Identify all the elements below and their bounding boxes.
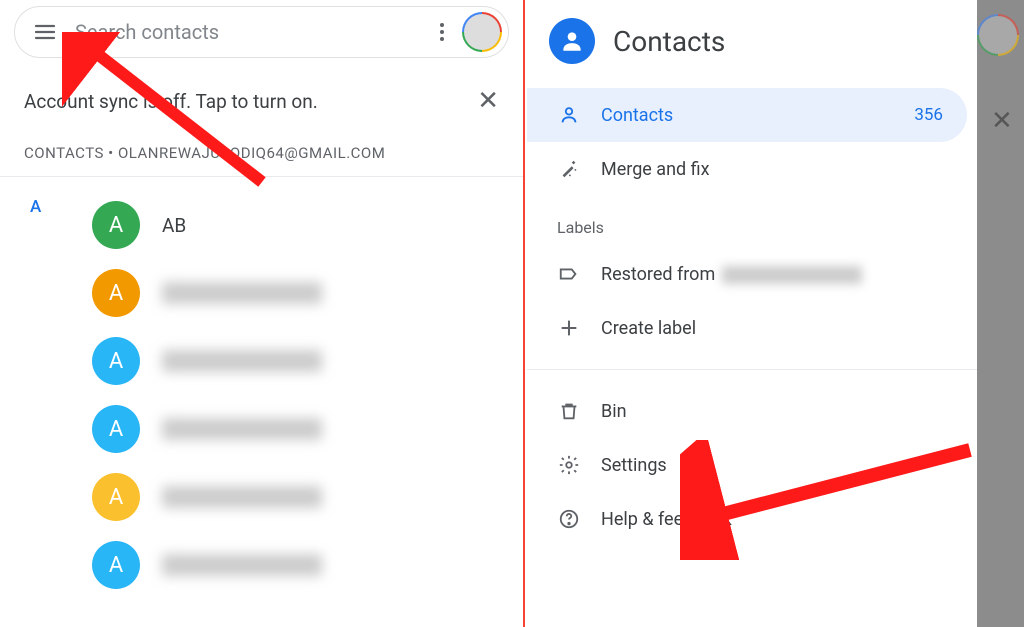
nav-item-help[interactable]: Help & feedback bbox=[527, 492, 967, 546]
contact-row[interactable]: A bbox=[0, 463, 523, 531]
contact-row[interactable]: A bbox=[0, 259, 523, 327]
search-placeholder: Search contacts bbox=[75, 20, 430, 44]
contact-name bbox=[162, 486, 322, 508]
trash-icon bbox=[557, 399, 581, 423]
contact-avatar: A bbox=[92, 473, 140, 521]
nav-count: 356 bbox=[914, 105, 943, 125]
nav-label: Restored from bbox=[601, 264, 943, 285]
labels-heading: Labels bbox=[527, 196, 977, 247]
plus-icon bbox=[557, 316, 581, 340]
contact-avatar: A bbox=[92, 337, 140, 385]
group-letter: A bbox=[30, 197, 41, 217]
nav-label: Create label bbox=[601, 318, 943, 339]
gear-icon bbox=[557, 453, 581, 477]
contact-row[interactable]: A AB bbox=[0, 191, 523, 259]
contact-avatar: A bbox=[92, 201, 140, 249]
sync-banner[interactable]: Account sync is off. Tap to turn on. ✕ bbox=[0, 86, 523, 116]
contacts-list-panel: Search contacts Account sync is off. Tap… bbox=[0, 0, 525, 627]
nav-label: Bin bbox=[601, 401, 943, 422]
contacts-app-icon bbox=[549, 18, 595, 64]
search-bar[interactable]: Search contacts bbox=[14, 6, 509, 58]
nav-item-merge-fix[interactable]: Merge and fix bbox=[527, 142, 967, 196]
nav-label: Merge and fix bbox=[601, 159, 943, 180]
help-icon bbox=[557, 507, 581, 531]
nav-item-settings[interactable]: Settings bbox=[527, 438, 967, 492]
contact-row[interactable]: A bbox=[0, 531, 523, 599]
nav-label: Help & feedback bbox=[601, 509, 943, 530]
contact-name bbox=[162, 554, 322, 576]
drawer-title: Contacts bbox=[613, 25, 725, 58]
sync-banner-text: Account sync is off. Tap to turn on. bbox=[24, 90, 318, 113]
contact-avatar: A bbox=[92, 405, 140, 453]
contact-name bbox=[162, 282, 322, 304]
nav-item-label-restored[interactable]: Restored from bbox=[527, 247, 967, 301]
close-icon: ✕ bbox=[991, 106, 1013, 136]
drawer-header: Contacts bbox=[527, 0, 977, 88]
contact-list: A AABAAAAA bbox=[0, 177, 523, 599]
contact-row[interactable]: A bbox=[0, 395, 523, 463]
nav-label: Settings bbox=[601, 455, 943, 476]
wand-icon bbox=[557, 157, 581, 181]
nav-label: Contacts bbox=[601, 105, 914, 126]
navigation-drawer: Contacts Contacts 356 Merge and fix Labe… bbox=[527, 0, 977, 627]
nav-item-create-label[interactable]: Create label bbox=[527, 301, 967, 355]
contact-avatar: A bbox=[92, 269, 140, 317]
contact-name bbox=[162, 418, 322, 440]
person-icon bbox=[557, 103, 581, 127]
nav-item-contacts[interactable]: Contacts 356 bbox=[527, 88, 967, 142]
avatar[interactable] bbox=[462, 12, 502, 52]
label-icon bbox=[557, 262, 581, 286]
contact-name bbox=[162, 350, 322, 372]
nav-item-bin[interactable]: Bin bbox=[527, 384, 967, 438]
dimmed-backdrop: ✕ bbox=[977, 0, 1024, 627]
more-vert-icon[interactable] bbox=[430, 20, 454, 44]
menu-icon[interactable] bbox=[33, 20, 57, 44]
divider bbox=[527, 369, 977, 370]
close-icon[interactable]: ✕ bbox=[477, 86, 499, 116]
contact-name: AB bbox=[162, 214, 186, 237]
avatar bbox=[977, 14, 1019, 56]
contact-row[interactable]: A bbox=[0, 327, 523, 395]
account-line: CONTACTS • OLANREWAJUSODIQ64@GMAIL.COM bbox=[0, 144, 523, 177]
contact-avatar: A bbox=[92, 541, 140, 589]
